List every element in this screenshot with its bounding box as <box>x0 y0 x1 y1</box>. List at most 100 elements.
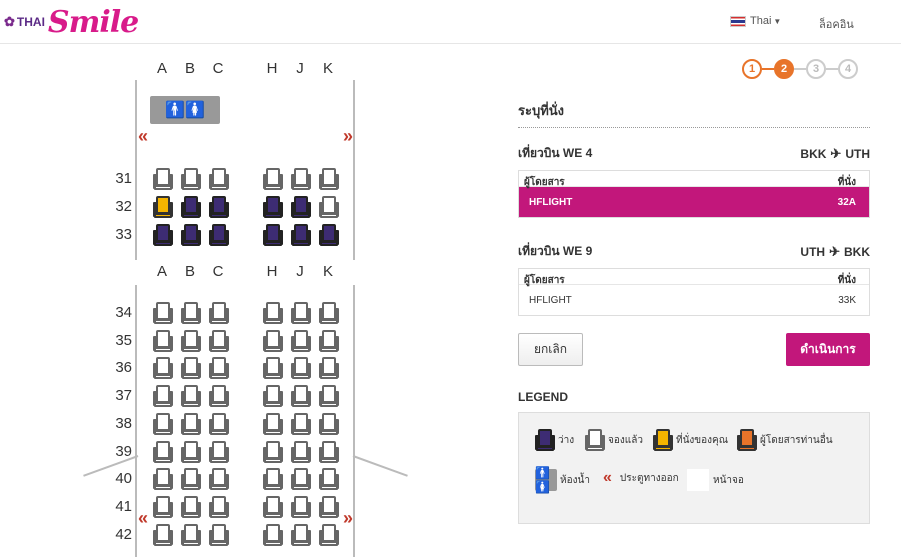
legend-available: ว่าง <box>535 429 574 451</box>
seat-36A <box>153 357 173 379</box>
col-seat: ที่นั่ง <box>837 177 856 188</box>
seat-37A <box>153 385 173 407</box>
col-passenger: ผู้โดยสาร <box>524 177 565 188</box>
column-header-a-rear: A <box>156 263 167 280</box>
seat-34C <box>209 302 229 324</box>
column-header-k-rear: K <box>322 263 333 280</box>
seat-31C <box>209 168 229 190</box>
lavatory-icon: 🚹🚺 <box>150 96 220 124</box>
seat-35J <box>291 330 311 352</box>
col-passenger: ผู้โดยสาร <box>524 275 565 286</box>
column-header-c: C <box>212 60 224 77</box>
seat-37B <box>181 385 201 407</box>
seat-33K[interactable] <box>319 224 339 246</box>
legend-exit: « ประตูทางออก <box>603 469 679 487</box>
passenger-row[interactable]: HFLIGHT 32A <box>519 187 869 217</box>
row-number: 34 <box>115 304 132 321</box>
seat-35A <box>153 330 173 352</box>
row-number: 33 <box>115 226 132 243</box>
row-number: 36 <box>115 359 132 376</box>
seat-36C <box>209 357 229 379</box>
seat-39H <box>263 441 283 463</box>
legend-lavatory-label: ห้องน้ำ <box>560 474 590 486</box>
seat-38A <box>153 413 173 435</box>
seat-34A <box>153 302 173 324</box>
seat-35C <box>209 330 229 352</box>
seat-41K <box>319 496 339 518</box>
seat-39K <box>319 441 339 463</box>
seat-38C <box>209 413 229 435</box>
seat-38K <box>319 413 339 435</box>
seat-42A <box>153 524 173 546</box>
occupied-seat-icon <box>585 429 605 451</box>
fuselage-wall-left <box>135 80 137 260</box>
passenger-name: HFLIGHT <box>529 196 573 208</box>
legend-box: ว่าง จองแล้ว ที่นั่งของคุณ ผู้โดยสารท่าน… <box>518 412 870 524</box>
seat-33J[interactable] <box>291 224 311 246</box>
column-header-j-rear: J <box>296 263 304 280</box>
seat-31B <box>181 168 201 190</box>
seat-32A[interactable] <box>153 196 173 218</box>
caret-down-icon: ▼ <box>773 16 782 26</box>
column-header-b: B <box>184 60 195 77</box>
exit-right-icon: « <box>343 126 354 146</box>
thai-smile-logo[interactable]: ✿ THAI Smile <box>4 2 139 42</box>
flight-header: เที่ยวบิน WE 4 BKK ✈ UTH <box>518 144 870 163</box>
flight-header: เที่ยวบิน WE 9 UTH ✈ BKK <box>518 242 870 261</box>
legend-title: LEGEND <box>518 390 569 404</box>
proceed-button[interactable]: ดำเนินการ <box>786 333 870 366</box>
exit-left-rear-icon: « <box>138 508 149 528</box>
available-seat-icon <box>535 429 555 451</box>
destination-code: UTH <box>845 146 870 161</box>
lavatory-icon: 🚹🚺 <box>535 466 557 494</box>
wing-right <box>352 455 408 477</box>
step-3: 3 <box>806 59 826 79</box>
seat-31H <box>263 168 283 190</box>
cancel-button[interactable]: ยกเลิก <box>518 333 583 366</box>
column-header-b-rear: B <box>184 263 195 280</box>
logo-thai-text: THAI <box>16 15 45 29</box>
seat-40B <box>181 468 201 490</box>
seat-33A[interactable] <box>153 224 173 246</box>
column-header-j: J <box>296 60 304 77</box>
row-number: 35 <box>115 332 132 349</box>
row-number: 31 <box>115 170 132 187</box>
action-buttons: ยกเลิก ดำเนินการ <box>518 333 870 366</box>
legend-yours-label: ที่นั่งของคุณ <box>676 434 729 446</box>
login-link[interactable]: ล็อคอิน <box>819 15 854 33</box>
seat-32B[interactable] <box>181 196 201 218</box>
passenger-name: HFLIGHT <box>529 294 572 306</box>
passenger-seat: 32A <box>837 196 856 208</box>
seat-41H <box>263 496 283 518</box>
legend-other-label: ผู้โดยสารท่านอื่น <box>760 434 833 446</box>
passenger-row[interactable]: HFLIGHT 33K <box>519 285 869 315</box>
row-number: 38 <box>115 415 132 432</box>
fuselage-wall-left-rear <box>135 285 137 557</box>
seat-33H[interactable] <box>263 224 283 246</box>
seat-32K <box>319 196 339 218</box>
seat-34H <box>263 302 283 324</box>
seat-34B <box>181 302 201 324</box>
column-header-a: A <box>156 60 167 77</box>
seat-32J[interactable] <box>291 196 311 218</box>
seat-40H <box>263 468 283 490</box>
seat-32H[interactable] <box>263 196 283 218</box>
seat-33C[interactable] <box>209 224 229 246</box>
passenger-table-header: ผู้โดยสาร ที่นั่ง <box>519 269 869 286</box>
language-selector[interactable]: Thai ▼ <box>730 15 781 27</box>
seat-34K <box>319 302 339 324</box>
seat-42H <box>263 524 283 546</box>
screen-icon <box>687 469 709 491</box>
seat-33B[interactable] <box>181 224 201 246</box>
column-header-c-rear: C <box>212 263 224 280</box>
seat-32C[interactable] <box>209 196 229 218</box>
seat-41C <box>209 496 229 518</box>
seat-37K <box>319 385 339 407</box>
seat-42K <box>319 524 339 546</box>
flight-route: BKK ✈ UTH <box>800 144 870 163</box>
column-header-h: H <box>266 60 278 77</box>
seat-38B <box>181 413 201 435</box>
seat-42J <box>291 524 311 546</box>
seat-40K <box>319 468 339 490</box>
legend-exit-label: ประตูทางออก <box>619 472 679 484</box>
